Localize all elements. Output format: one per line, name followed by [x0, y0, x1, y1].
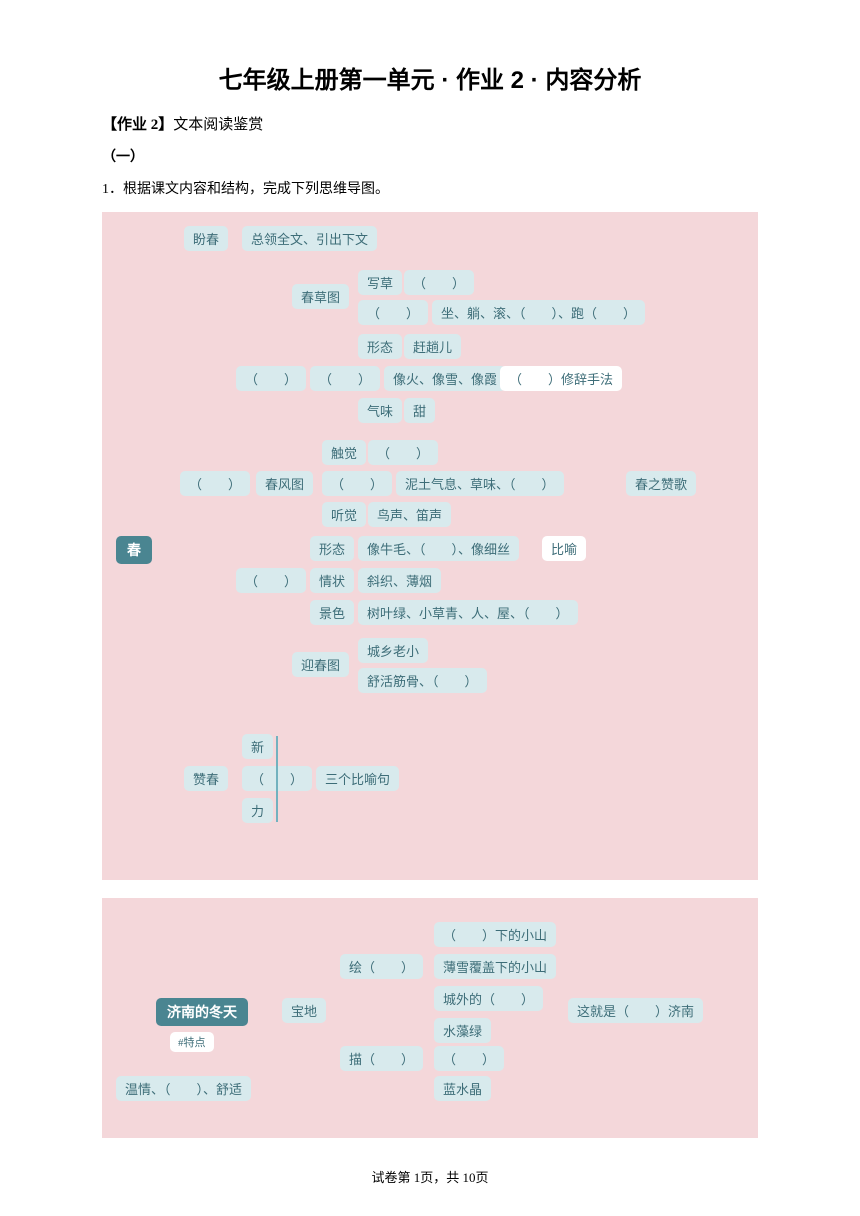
node-biyu: 比喻	[542, 536, 586, 561]
node-simile: 像火、像雪、像霞	[384, 366, 506, 391]
node-panchun-desc: 总领全文、引出下文	[242, 226, 377, 251]
mindmap-spring: 春 盼春 总领全文、引出下文 春草图 写草 （ ） （ ） 坐、躺、滚、（ ）、…	[102, 212, 758, 880]
node-miao-3: 蓝水晶	[434, 1076, 491, 1101]
node-blank-rain: （ ）	[236, 568, 306, 593]
node-yingchun-2: 舒活筋骨、（ ）	[358, 668, 487, 693]
node-hui-2: 薄雪覆盖下的小山	[434, 954, 556, 979]
node-jingse: 景色	[310, 600, 354, 625]
node-cao-xie: 写草	[358, 270, 402, 295]
node-zanchun: 赞春	[184, 766, 228, 791]
node-chunfeng: 春风图	[256, 471, 313, 496]
assignment-tag: 【作业 2】	[102, 117, 173, 133]
connector-bar	[276, 736, 278, 822]
node-chujue-b: （ ）	[368, 440, 438, 465]
node-tingjue-v: 鸟声、笛声	[368, 502, 451, 527]
jinan-tag: #特点	[170, 1032, 214, 1052]
node-cao-actions: 坐、躺、滚、（ ）、跑（ ）	[432, 300, 645, 325]
node-miao-2: （ ）	[434, 1046, 504, 1071]
jinan-features: 温情、（ ）、舒适	[116, 1076, 251, 1101]
page-footer: 试卷第 1页，共 10页	[0, 1167, 860, 1186]
node-zan-li: 力	[242, 798, 273, 823]
node-miao: 描（ ）	[340, 1046, 423, 1071]
page-title: 七年级上册第一单元 · 作业 2 · 内容分析	[102, 60, 758, 95]
root-jinan: 济南的冬天	[156, 998, 248, 1026]
mindmap-jinan: 济南的冬天 #特点 温情、（ ）、舒适 宝地 绘（ ） 描（ ） （ ）下的小山…	[102, 898, 758, 1138]
node-xingtai2-v: 像牛毛、（ ）、像细丝	[358, 536, 519, 561]
node-zan-xin: 新	[242, 734, 273, 759]
node-qingzhuang-v: 斜织、薄烟	[358, 568, 441, 593]
node-blank-branch1: （ ）	[236, 366, 306, 391]
node-zan-desc: 三个比喻句	[316, 766, 399, 791]
assignment-desc: 文本阅读鉴赏	[173, 117, 263, 133]
node-panchun: 盼春	[184, 226, 228, 251]
node-hui-1: （ ）下的小山	[434, 922, 556, 947]
question-1: 1．根据课文内容和结构，完成下列思维导图。	[102, 178, 758, 198]
node-chujue: 触觉	[322, 440, 366, 465]
node-cao-blank2: （ ）	[358, 300, 428, 325]
section-marker: （一）	[102, 146, 758, 166]
node-yingchun: 迎春图	[292, 652, 349, 677]
node-baodi: 宝地	[282, 998, 326, 1023]
node-miao-1: 水藻绿	[434, 1018, 491, 1043]
node-qingzhuang: 情状	[310, 568, 354, 593]
node-chuncao: 春草图	[292, 284, 349, 309]
node-yingchun-1: 城乡老小	[358, 638, 428, 663]
node-conclusion: 这就是（ ）济南	[568, 998, 703, 1023]
node-blank-mid: （ ）	[310, 366, 380, 391]
root-spring: 春	[116, 536, 152, 564]
node-hui-3: 城外的（ ）	[434, 986, 543, 1011]
node-blank-middle: （ ）	[180, 471, 250, 496]
node-qiwei-v: 甜	[404, 398, 435, 423]
node-hui: 绘（ ）	[340, 954, 423, 979]
node-tingjue: 听觉	[322, 502, 366, 527]
node-xingtai2: 形态	[310, 536, 354, 561]
node-qiwei: 气味	[358, 398, 402, 423]
node-chujue-b2: （ ）	[322, 471, 392, 496]
node-cao-blank: （ ）	[404, 270, 474, 295]
node-chunzange: 春之赞歌	[626, 471, 696, 496]
node-xingtai-v: 赶趟儿	[404, 334, 461, 359]
node-chujue-desc: 泥土气息、草味、（ ）	[396, 471, 564, 496]
node-jingse-v: 树叶绿、小草青、人、屋、（ ）	[358, 600, 578, 625]
assignment-header: 【作业 2】文本阅读鉴赏	[102, 113, 758, 134]
node-xingtai: 形态	[358, 334, 402, 359]
node-rhetoric: （ ）修辞手法	[500, 366, 622, 391]
